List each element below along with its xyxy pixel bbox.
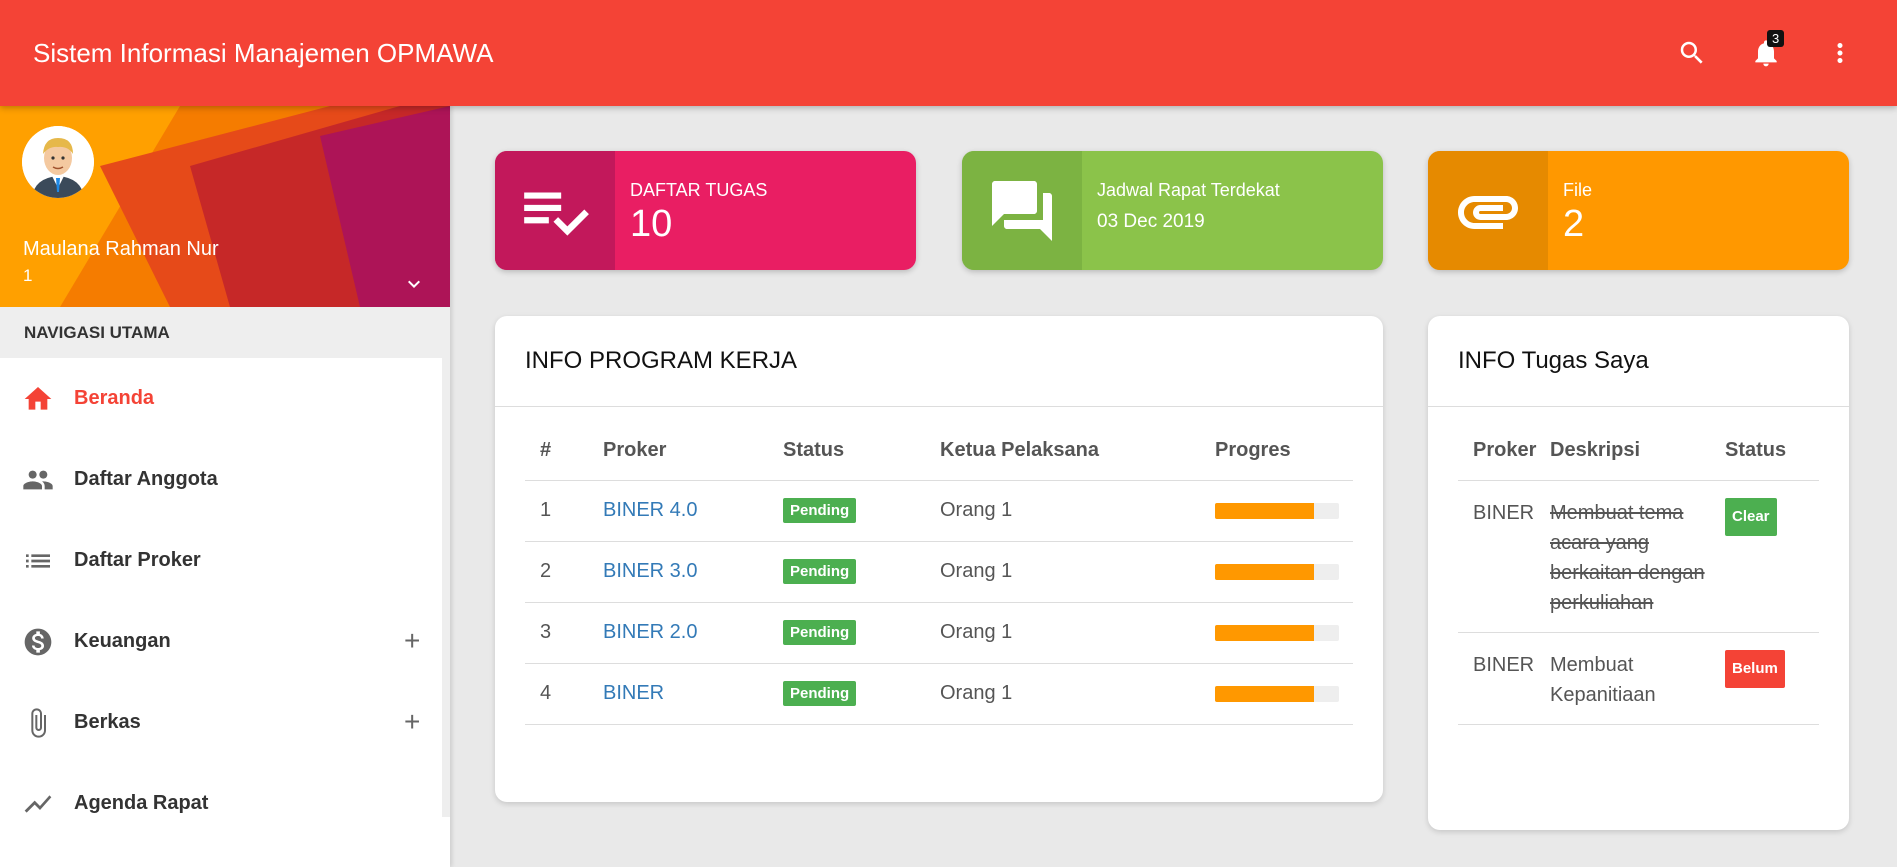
sidebar-item-beranda[interactable]: Beranda — [0, 358, 450, 439]
sidebar-item-label: Daftar Proker — [74, 549, 201, 571]
list-icon — [22, 545, 54, 577]
info-box-value: 2 — [1563, 203, 1585, 245]
column-header: Proker — [1458, 419, 1550, 481]
progress-bar — [1215, 563, 1339, 580]
sidebar-item-daftar-proker[interactable]: Daftar Proker — [0, 520, 450, 601]
progress-fill — [1215, 563, 1315, 580]
ketua-cell: Orang 1 — [940, 602, 1215, 664]
program-card: INFO PROGRAM KERJA # Proker Status Ketua… — [495, 316, 1383, 802]
topbar-actions: 3 — [1675, 30, 1857, 70]
sidebar-item-keuangan[interactable]: Keuangan + — [0, 601, 450, 682]
progress-fill — [1215, 502, 1315, 519]
notifications-button[interactable]: 3 — [1749, 30, 1785, 70]
row-number: 1 — [525, 480, 603, 542]
row-number: 2 — [525, 541, 603, 603]
ketua-cell: Orang 1 — [940, 663, 1215, 725]
app-title[interactable]: Sistem Informasi Manajemen OPMAWA — [33, 38, 493, 69]
progress-bar — [1215, 502, 1339, 519]
sidebar-item-daftar-anggota[interactable]: Daftar Anggota — [0, 439, 450, 520]
proker-link[interactable]: BINER 2.0 — [603, 621, 697, 643]
sidebar: Maulana Rahman Nur 1 NAVIGASI UTAMA Bera… — [0, 106, 450, 867]
progress-bar — [1215, 685, 1339, 702]
column-header: Ketua Pelaksana — [940, 419, 1215, 481]
info-box-meeting[interactable]: Jadwal Rapat Terdekat 03 Dec 2019 — [962, 151, 1383, 270]
status-badge: Pending — [783, 681, 857, 706]
progress-fill — [1215, 624, 1315, 641]
row-number: 4 — [525, 663, 603, 725]
status-badge: Belum — [1725, 649, 1785, 688]
row-number: 3 — [525, 602, 603, 664]
info-box-tasks[interactable]: DAFTAR TUGAS 10 — [495, 151, 916, 270]
table-row: 2 BINER 3.0 Pending Orang 1 — [525, 541, 1353, 603]
playlist-check-icon — [495, 151, 615, 270]
status-badge: Pending — [783, 559, 857, 584]
sidebar-item-label: Berkas — [74, 711, 141, 733]
user-panel: Maulana Rahman Nur 1 — [0, 106, 450, 307]
status-badge: Clear — [1725, 497, 1777, 536]
proker-cell: BINER — [1458, 632, 1550, 725]
trending-icon — [22, 788, 54, 820]
table-row: 1 BINER 4.0 Pending Orang 1 — [525, 480, 1353, 542]
sidebar-item-label: Daftar Anggota — [74, 468, 218, 490]
top-navbar: Sistem Informasi Manajemen OPMAWA 3 — [0, 0, 1897, 106]
progress-fill — [1215, 685, 1315, 702]
sidebar-item-berkas[interactable]: Berkas + — [0, 682, 450, 763]
info-box-label: File — [1563, 180, 1593, 200]
info-box-value: 10 — [630, 203, 673, 245]
people-icon — [22, 464, 54, 496]
avatar[interactable] — [22, 126, 94, 198]
forum-icon — [962, 151, 1082, 270]
user-name: Maulana Rahman Nur — [23, 238, 219, 260]
info-box-value: 03 Dec 2019 — [1097, 211, 1205, 232]
user-subtitle: 1 — [23, 266, 33, 285]
ketua-cell: Orang 1 — [940, 480, 1215, 542]
expand-icon[interactable]: + — [404, 708, 420, 736]
table-header-row: Proker Deskripsi Status — [1458, 419, 1819, 481]
ketua-cell: Orang 1 — [940, 541, 1215, 603]
sidebar-item-label: Keuangan — [74, 630, 171, 652]
column-header: Status — [783, 419, 940, 481]
info-box-files[interactable]: File 2 — [1428, 151, 1849, 270]
proker-link[interactable]: BINER — [603, 682, 664, 704]
dollar-icon — [22, 626, 54, 658]
card-title: INFO Tugas Saya — [1428, 316, 1849, 407]
task-description: Membuat tema acara yang berkaitan dengan… — [1550, 501, 1705, 614]
task-card: INFO Tugas Saya Proker Deskripsi Status … — [1428, 316, 1849, 830]
proker-link[interactable]: BINER 4.0 — [603, 499, 697, 521]
more-vert-icon[interactable] — [1823, 36, 1857, 70]
table-row: BINER Membuat Kepanitiaan Belum — [1458, 632, 1819, 725]
search-icon[interactable] — [1675, 36, 1709, 70]
column-header: Deskripsi — [1550, 419, 1725, 481]
proker-link[interactable]: BINER 3.0 — [603, 560, 697, 582]
column-header: Progres — [1215, 419, 1353, 481]
task-description: Membuat Kepanitiaan — [1550, 632, 1725, 725]
table-row: 4 BINER Pending Orang 1 — [525, 663, 1353, 725]
program-table: # Proker Status Ketua Pelaksana Progres … — [525, 419, 1353, 725]
sidebar-item-agenda-rapat[interactable]: Agenda Rapat — [0, 763, 450, 844]
notification-badge: 3 — [1767, 30, 1785, 47]
sidebar-item-label: Beranda — [74, 387, 155, 409]
info-box-label: DAFTAR TUGAS — [630, 180, 768, 200]
table-row: BINER Membuat tema acara yang berkaitan … — [1458, 480, 1819, 633]
home-icon — [22, 383, 54, 415]
status-badge: Pending — [783, 498, 857, 523]
info-box-label: Jadwal Rapat Terdekat — [1097, 180, 1280, 200]
table-header-row: # Proker Status Ketua Pelaksana Progres — [525, 419, 1353, 481]
progress-bar — [1215, 624, 1339, 641]
status-badge: Pending — [783, 620, 857, 645]
card-title: INFO PROGRAM KERJA — [495, 316, 1383, 407]
paperclip-icon — [22, 707, 54, 739]
expand-icon[interactable]: + — [404, 627, 420, 655]
user-menu-chevron-down-icon[interactable] — [402, 272, 426, 296]
sidebar-item-label: Agenda Rapat — [74, 792, 209, 814]
proker-cell: BINER — [1458, 480, 1550, 633]
task-table: Proker Deskripsi Status BINER Membuat te… — [1458, 419, 1819, 725]
column-header: # — [525, 419, 603, 481]
table-row: 3 BINER 2.0 Pending Orang 1 — [525, 602, 1353, 664]
column-header: Status — [1725, 419, 1819, 481]
attachment-icon — [1428, 151, 1548, 270]
nav-header: NAVIGASI UTAMA — [0, 307, 450, 358]
sidebar-scrollbar[interactable] — [442, 307, 450, 817]
column-header: Proker — [603, 419, 783, 481]
